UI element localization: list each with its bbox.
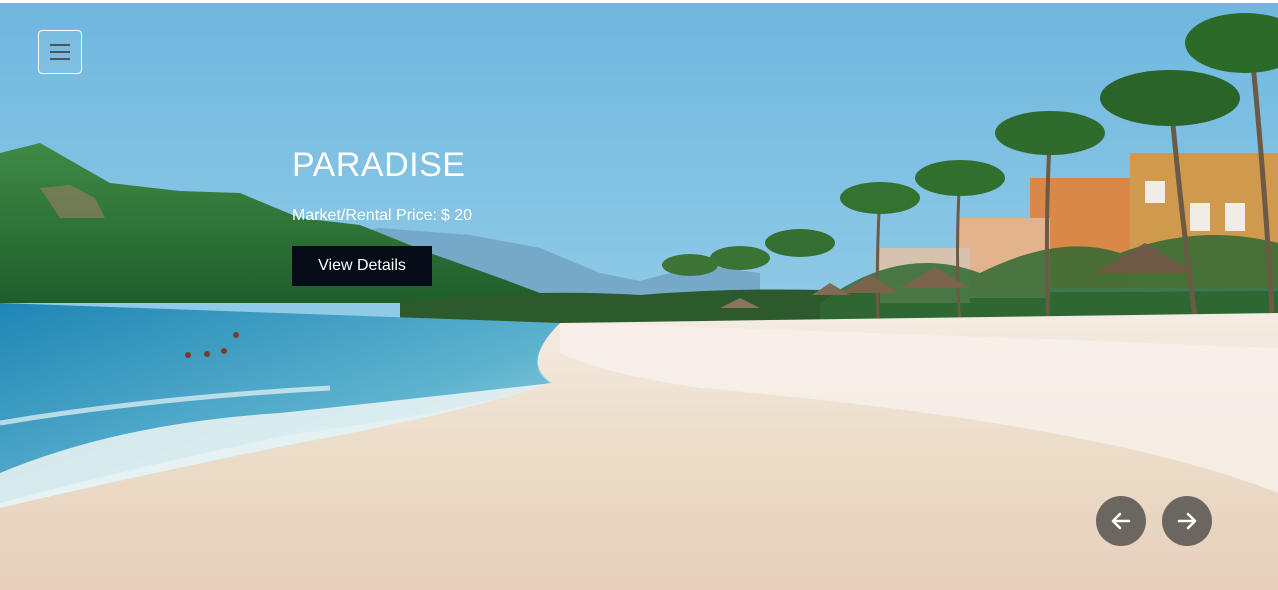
arrow-right-icon xyxy=(1177,512,1197,530)
slide-caption: PARADISE Market/Rental Price: $ 20 xyxy=(292,143,472,226)
view-details-button[interactable]: View Details xyxy=(292,246,432,286)
menu-icon xyxy=(50,44,70,60)
price-label: Market/Rental Price: xyxy=(292,207,437,224)
price-line: Market/Rental Price: $ 20 xyxy=(292,206,472,226)
beach-background-image xyxy=(0,3,1278,590)
menu-button[interactable] xyxy=(38,30,82,74)
next-slide-button[interactable] xyxy=(1162,496,1212,546)
arrow-left-icon xyxy=(1111,512,1131,530)
hero-carousel: PARADISE Market/Rental Price: $ 20 View D… xyxy=(0,3,1278,590)
slide-title: PARADISE xyxy=(292,146,466,184)
price-value: $ 20 xyxy=(440,207,473,224)
previous-slide-button[interactable] xyxy=(1096,496,1146,546)
